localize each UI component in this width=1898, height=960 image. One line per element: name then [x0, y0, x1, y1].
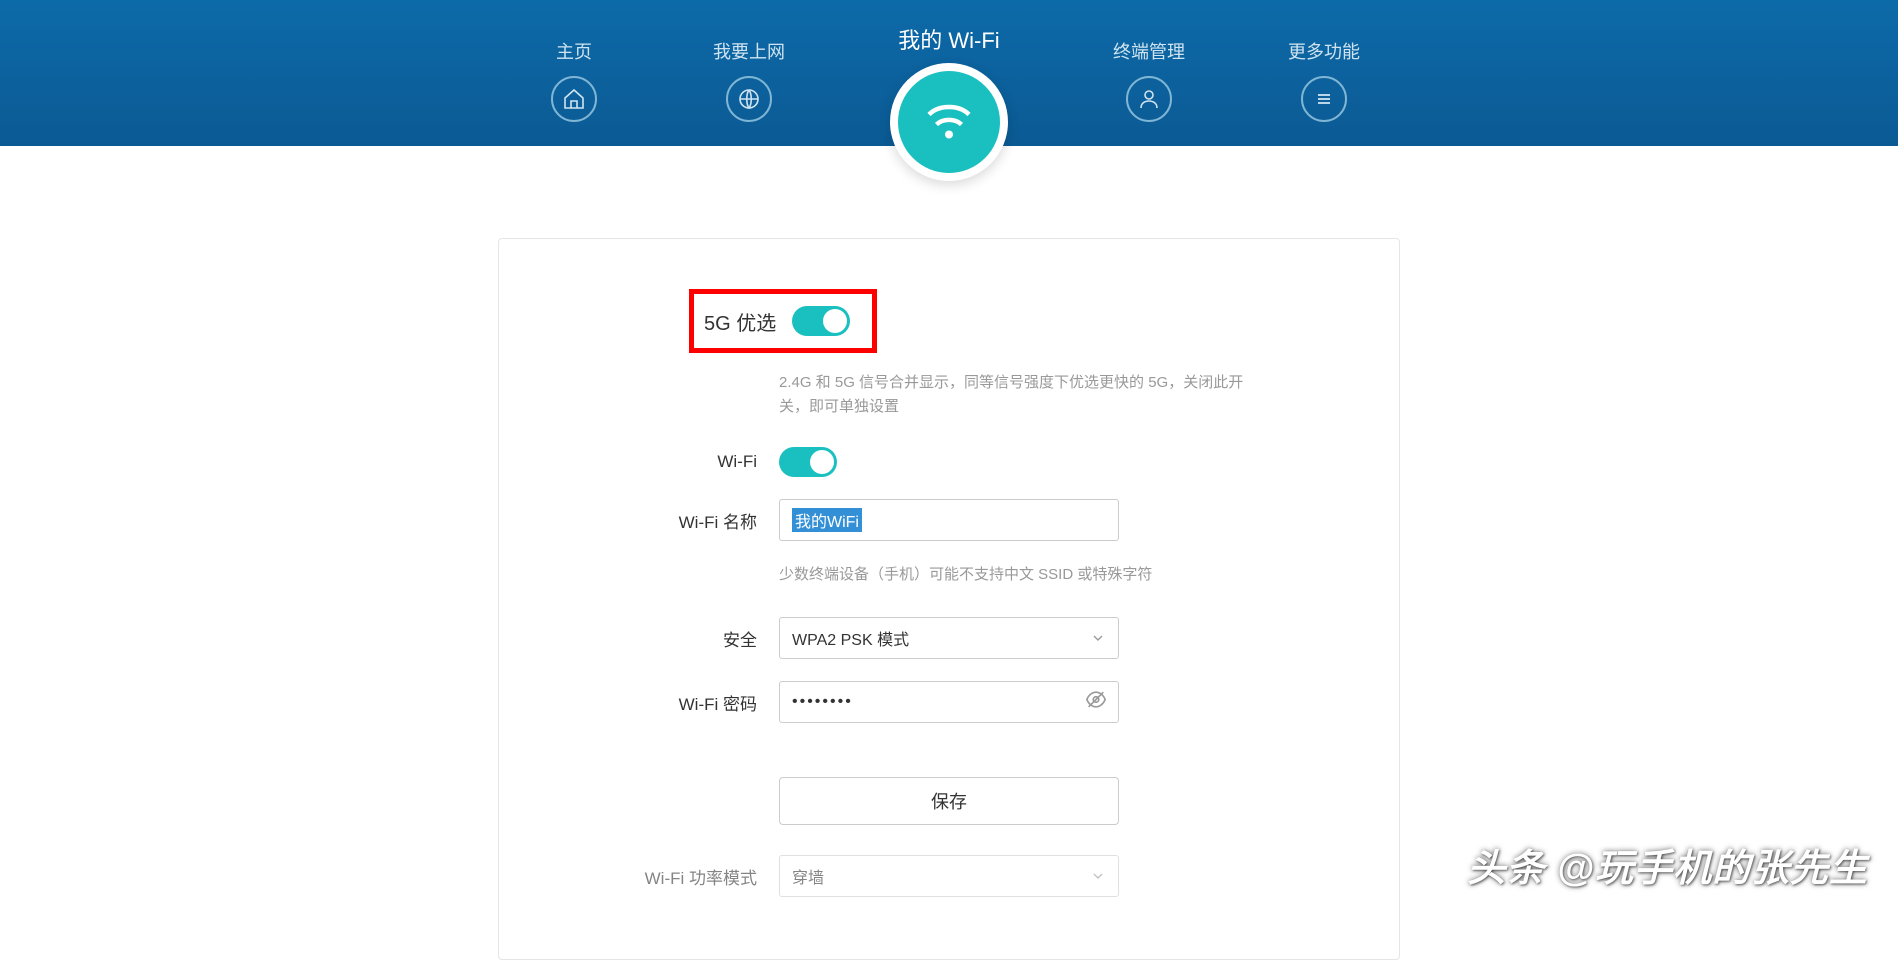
wifi-icon: [898, 71, 1000, 173]
priority-5g-label: 5G 优选: [704, 307, 776, 336]
wifi-toggle[interactable]: [779, 447, 837, 477]
save-button[interactable]: 保存: [779, 777, 1119, 825]
header-nav: 主页 我要上网 我的 Wi-Fi 终端管理 更多: [0, 0, 1898, 146]
power-mode-label: Wi-Fi 功率模式: [559, 864, 779, 889]
wifi-name-value: 我的WiFi: [792, 508, 862, 532]
password-input[interactable]: [779, 681, 1119, 723]
wifi-name-hint: 少数终端设备（手机）可能不支持中文 SSID 或特殊字符: [779, 563, 1259, 587]
nav-internet[interactable]: 我要上网: [714, 38, 784, 146]
security-label: 安全: [559, 626, 779, 651]
settings-panel: 5G 优选 2.4G 和 5G 信号合并显示，同等信号强度下优选更快的 5G，关…: [498, 238, 1400, 960]
security-value: WPA2 PSK 模式: [792, 626, 909, 650]
menu-icon: [1301, 76, 1347, 122]
nav-more-label: 更多功能: [1288, 38, 1360, 64]
nav-home-label: 主页: [556, 38, 592, 64]
priority-5g-toggle[interactable]: [792, 306, 850, 336]
priority-5g-hint: 2.4G 和 5G 信号合并显示，同等信号强度下优选更快的 5G，关闭此开关，即…: [779, 371, 1259, 419]
wifi-switch-label: Wi-Fi: [559, 452, 779, 472]
nav-devices-label: 终端管理: [1113, 38, 1185, 64]
priority-5g-highlight: 5G 优选: [689, 289, 877, 353]
wifi-name-label: Wi-Fi 名称: [559, 508, 779, 533]
chevron-down-icon: [1090, 630, 1106, 646]
password-label: Wi-Fi 密码: [559, 690, 779, 715]
nav-internet-label: 我要上网: [713, 38, 785, 64]
security-select[interactable]: WPA2 PSK 模式: [779, 617, 1119, 659]
chevron-down-icon: [1090, 868, 1106, 884]
wifi-name-input[interactable]: 我的WiFi: [779, 499, 1119, 541]
nav-devices[interactable]: 终端管理: [1114, 38, 1184, 146]
globe-icon: [726, 76, 772, 122]
power-mode-value: 穿墙: [792, 864, 824, 888]
wifi-icon-wrap: [890, 63, 1008, 181]
nav-wifi-label: 我的 Wi-Fi: [889, 23, 1009, 55]
nav-home[interactable]: 主页: [539, 38, 609, 146]
power-mode-select[interactable]: 穿墙: [779, 855, 1119, 897]
home-icon: [551, 76, 597, 122]
eye-icon[interactable]: [1085, 689, 1107, 716]
nav-more[interactable]: 更多功能: [1289, 38, 1359, 146]
nav-wifi[interactable]: 我的 Wi-Fi: [889, 23, 1009, 131]
user-icon: [1126, 76, 1172, 122]
watermark-text: 头条 @玩手机的张先生: [1467, 837, 1868, 892]
